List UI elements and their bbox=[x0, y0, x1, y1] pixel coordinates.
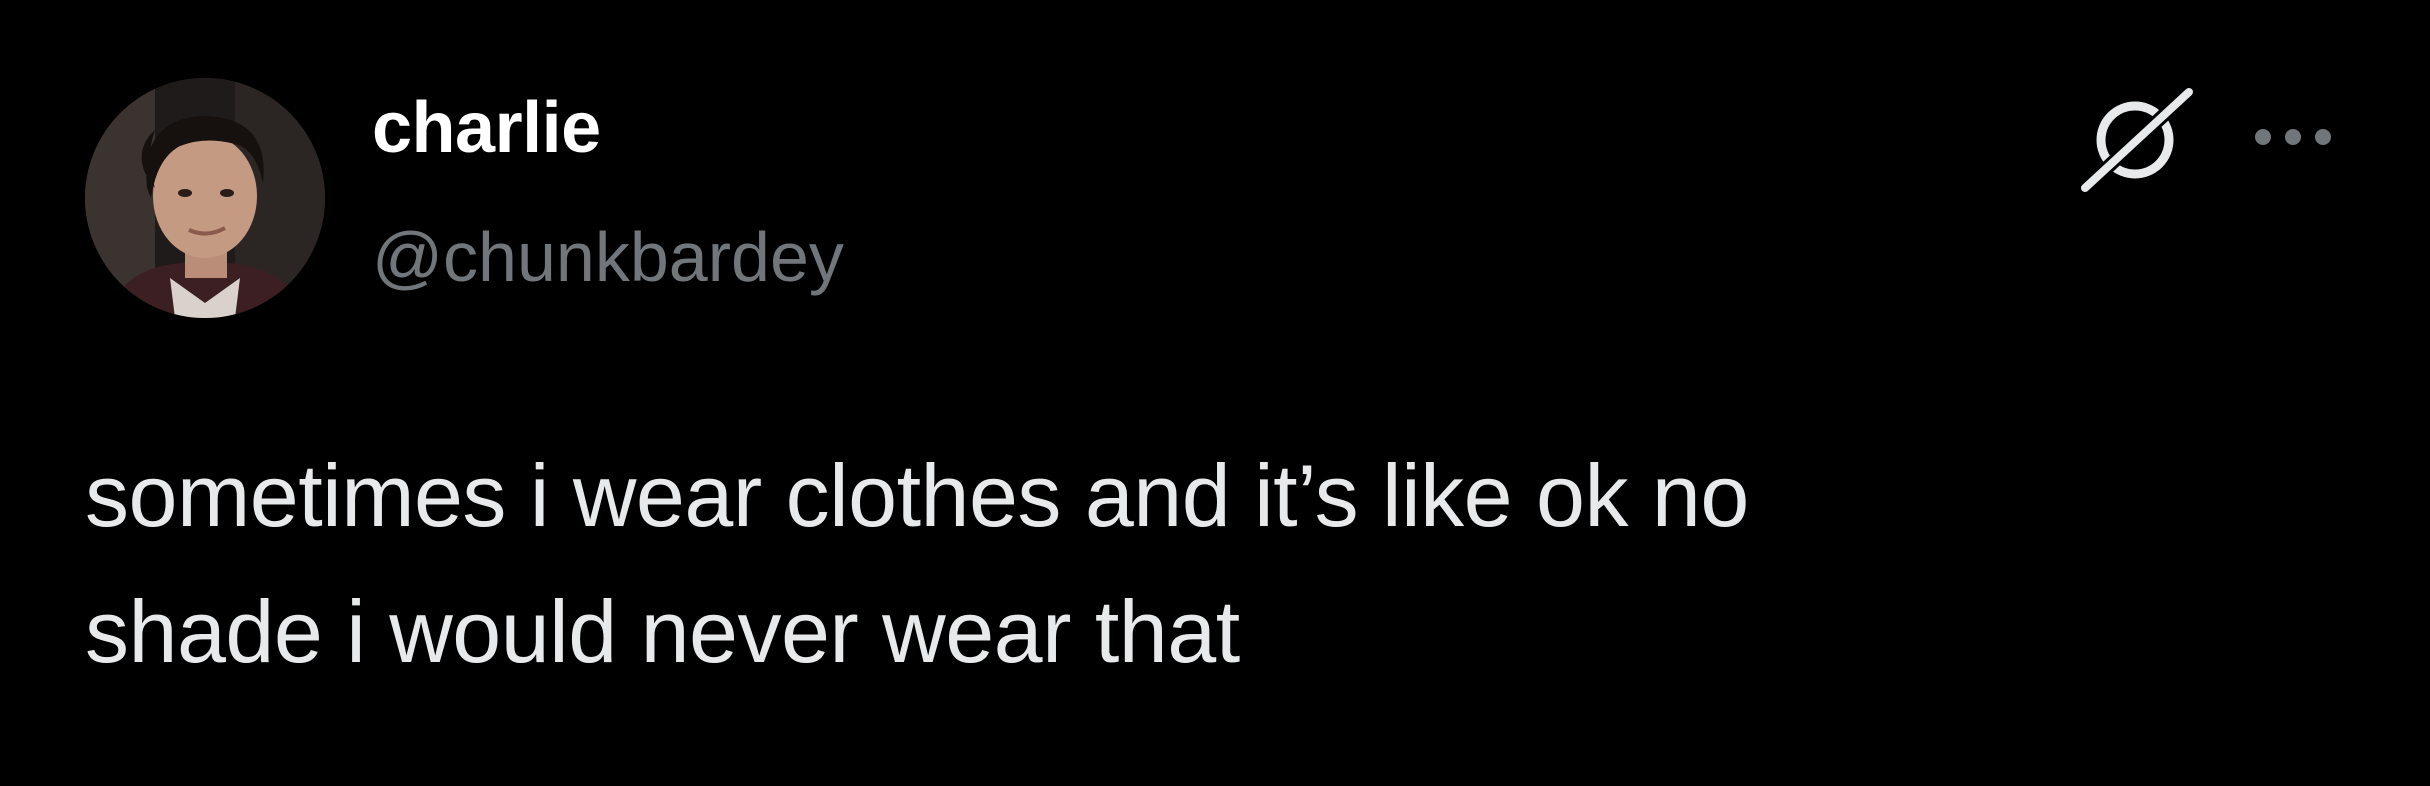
tweet-text-line: sometimes i wear clothes and it’s like o… bbox=[85, 446, 1749, 545]
tweet-card: charlie @chunkbardey sometimes i wear cl… bbox=[0, 0, 2430, 786]
avatar-photo bbox=[85, 78, 325, 318]
author-handle[interactable]: @chunkbardey bbox=[372, 222, 844, 292]
tweet-text-line: shade i would never wear that bbox=[85, 582, 1240, 681]
author-display-name[interactable]: charlie bbox=[372, 92, 601, 164]
grok-icon[interactable] bbox=[2075, 84, 2200, 194]
more-icon[interactable] bbox=[2252, 126, 2334, 148]
avatar[interactable] bbox=[85, 78, 325, 318]
tweet-text: sometimes i wear clothes and it’s like o… bbox=[85, 428, 2335, 700]
